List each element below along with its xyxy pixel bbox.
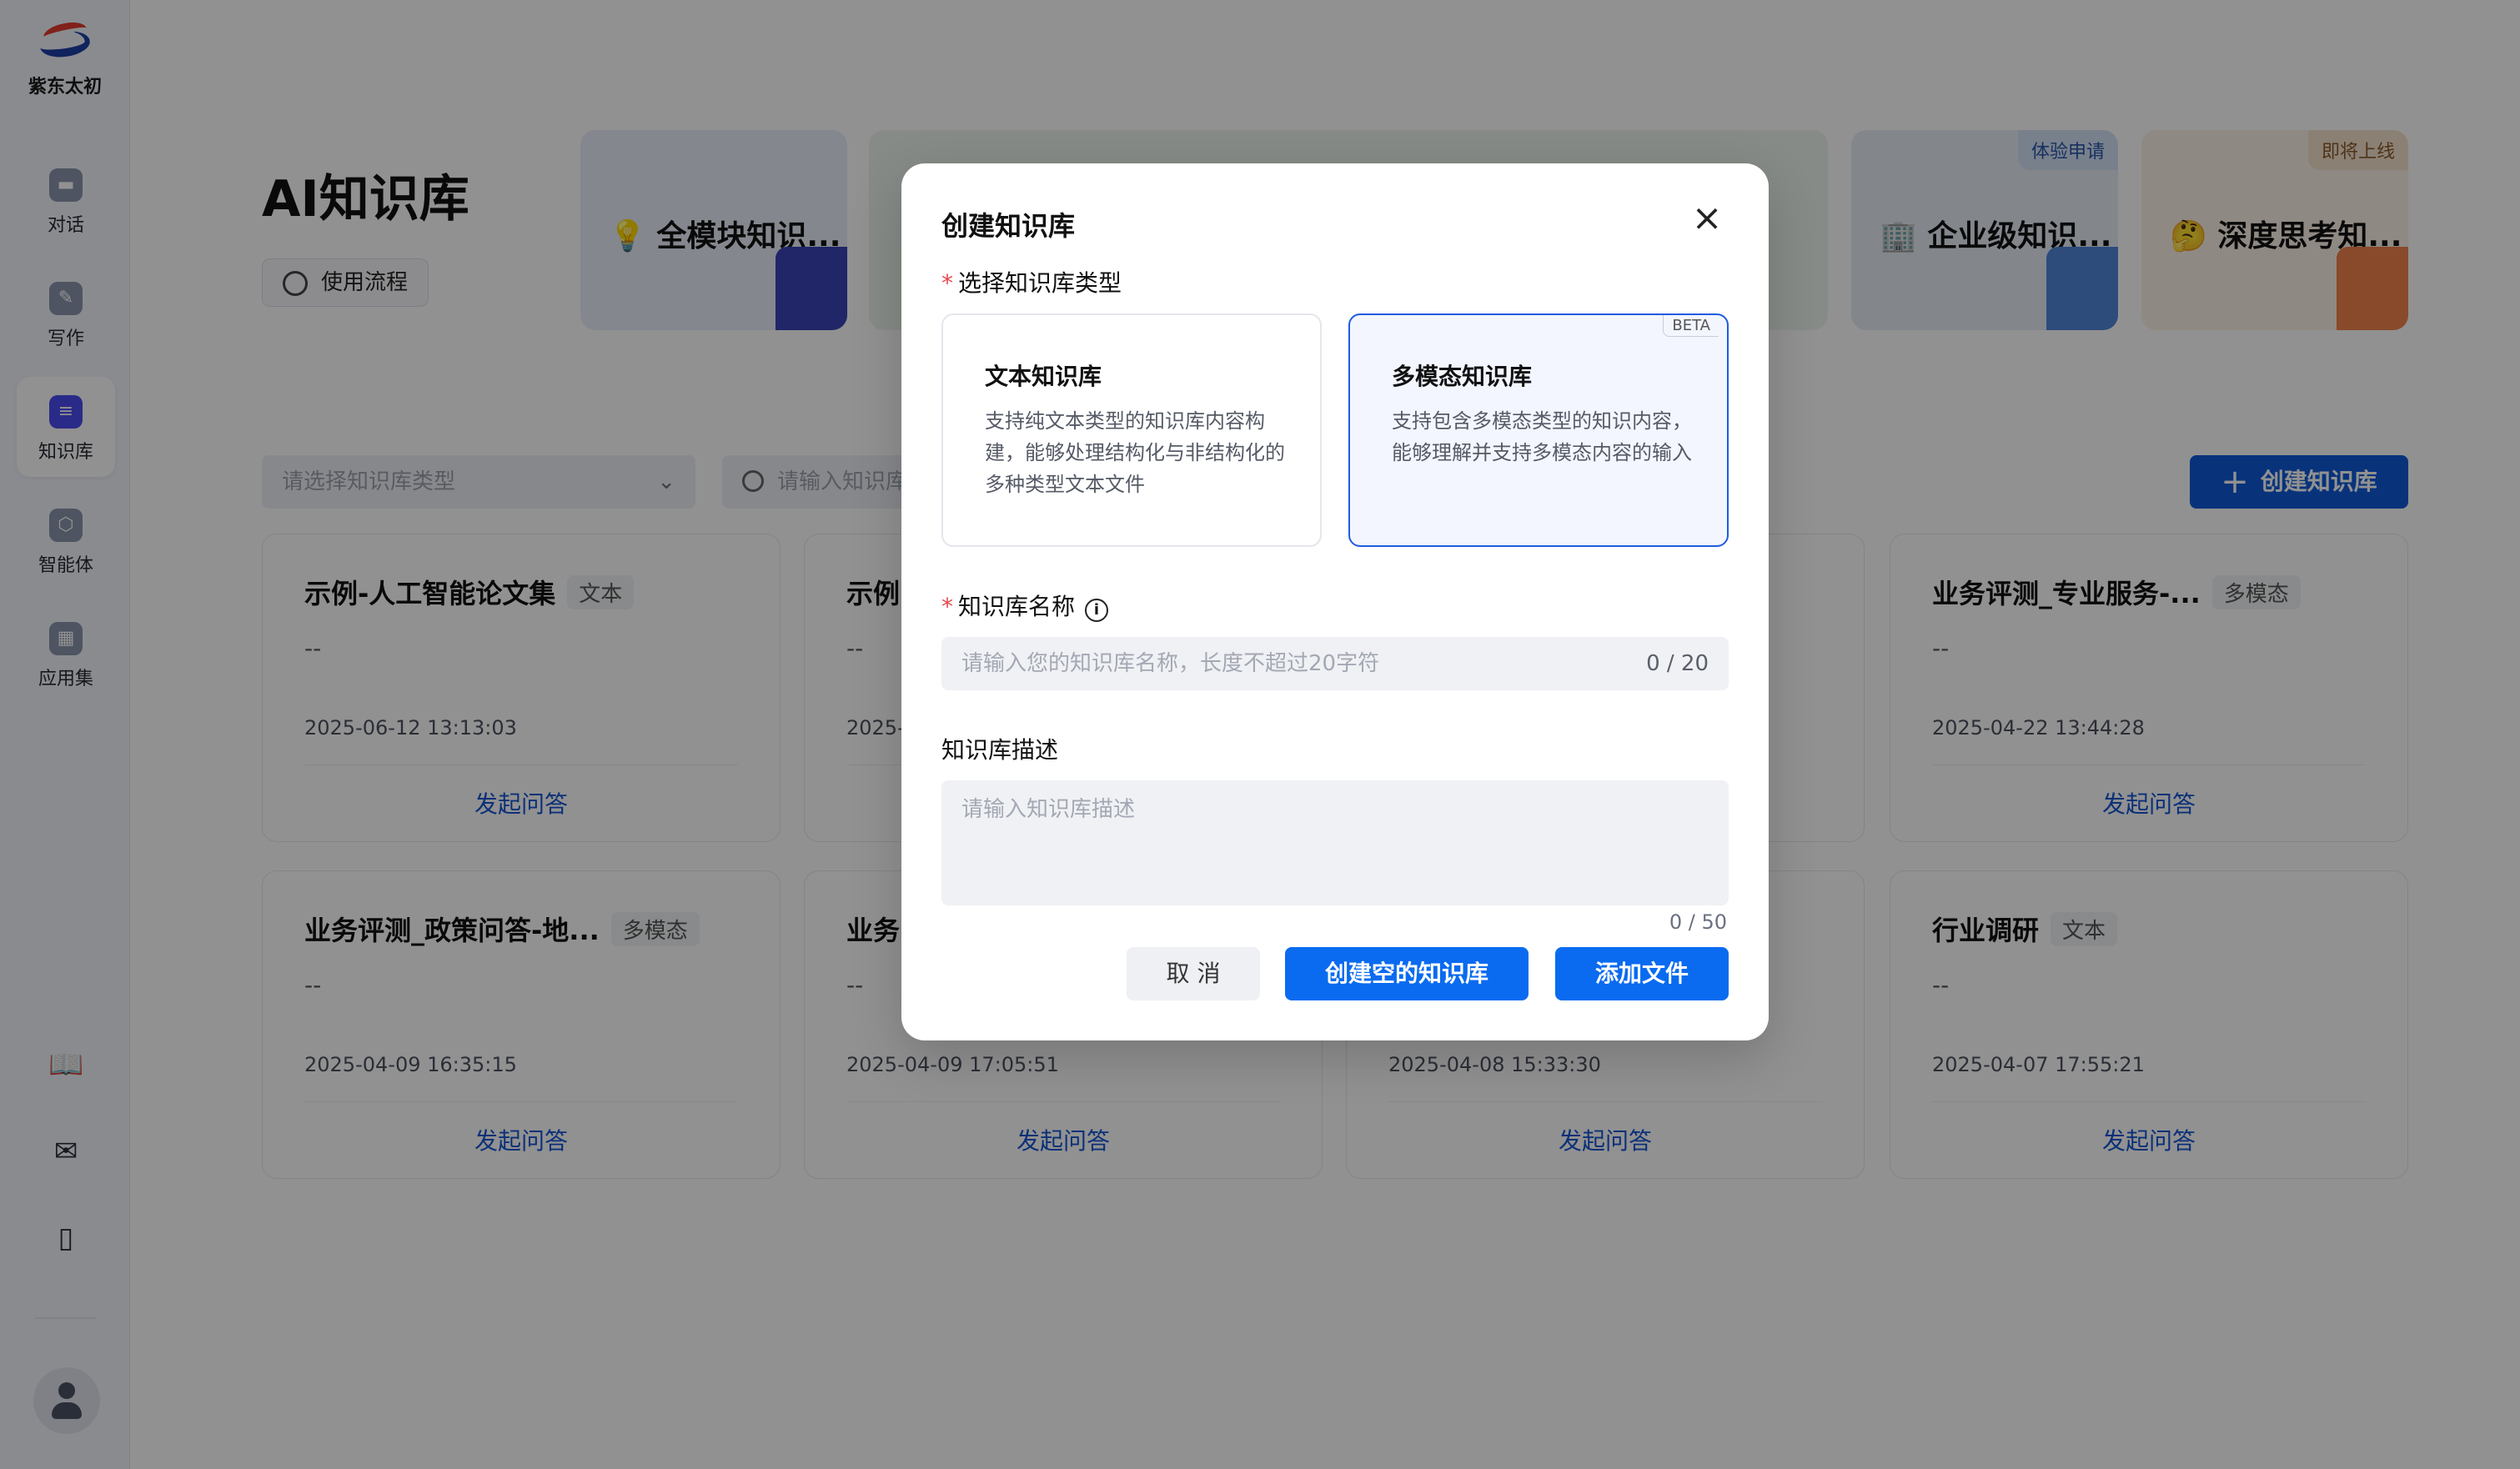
type-option-description: 支持包含多模态类型的知识内容，能够理解并支持多模态内容的输入 (1392, 409, 1692, 464)
add-file-button[interactable]: 添加文件 (1555, 947, 1729, 1000)
desc-placeholder: 请输入知识库描述 (961, 797, 1136, 822)
name-field-label: * 知识库名称 i (941, 589, 1109, 622)
type-option-multimodal[interactable]: BETA 多模态知识库 支持包含多模态类型的知识内容，能够理解并支持多模态内容的… (1348, 313, 1729, 547)
type-option-text[interactable]: 文本知识库 支持纯文本类型的知识库内容构建，能够处理结构化与非结构化的多种类型文… (941, 313, 1322, 547)
create-knowledge-base-dialog: 创建知识库 × * 选择知识库类型 文本知识库 支持纯文本类型的知识库内容构建，能… (901, 163, 1769, 1040)
type-field-label: * 选择知识库类型 (941, 269, 1122, 297)
close-icon[interactable]: × (1690, 200, 1724, 237)
knowledge-base-name-input[interactable]: 请输入您的知识库名称，长度不超过20字符 0 / 20 (941, 637, 1729, 690)
name-placeholder: 请输入您的知识库名称，长度不超过20字符 (961, 651, 1380, 676)
name-char-count: 0 / 20 (1646, 651, 1709, 676)
info-icon[interactable]: i (1085, 599, 1109, 622)
desc-char-count: 0 / 50 (1669, 910, 1727, 934)
desc-field-label: 知识库描述 (941, 736, 1059, 764)
cancel-button[interactable]: 取 消 (1127, 947, 1260, 1000)
knowledge-base-description-textarea[interactable]: 请输入知识库描述 (941, 780, 1729, 905)
type-option-title: 文本知识库 (985, 363, 1102, 390)
type-option-title: 多模态知识库 (1392, 363, 1533, 390)
create-empty-button[interactable]: 创建空的知识库 (1285, 947, 1529, 1000)
beta-badge: BETA (1663, 315, 1719, 337)
type-option-description: 支持纯文本类型的知识库内容构建，能够处理结构化与非结构化的多种类型文本文件 (985, 409, 1285, 496)
dialog-title: 创建知识库 (941, 210, 1076, 242)
